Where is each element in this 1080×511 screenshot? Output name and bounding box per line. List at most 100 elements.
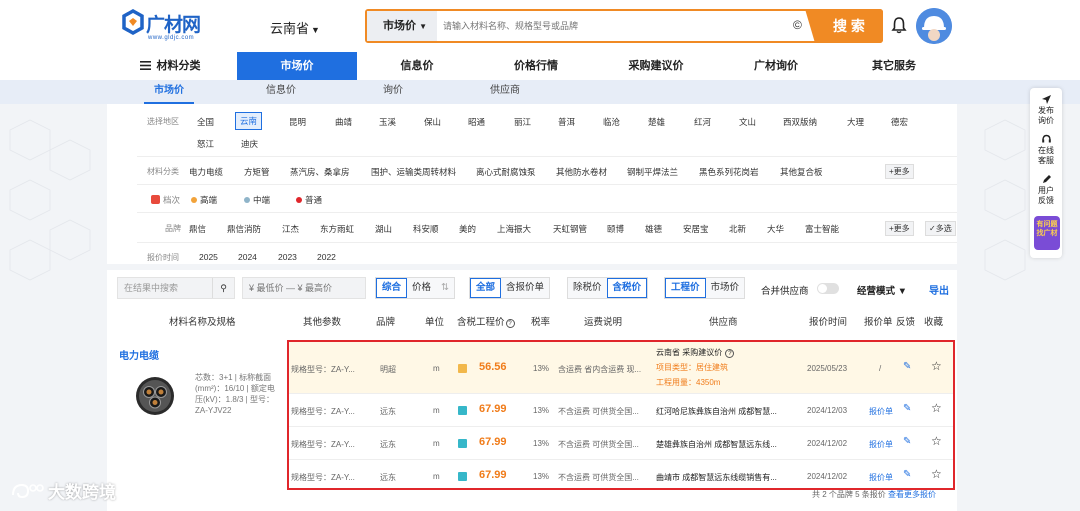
copyright-circle-icon[interactable]: © (793, 18, 802, 32)
region-option[interactable]: 红河 (694, 116, 711, 128)
nav-inquiry[interactable]: 广材询价 (736, 52, 816, 80)
region-option[interactable]: 文山 (739, 116, 756, 128)
brand-option[interactable]: 鼎信消防 (227, 223, 261, 235)
brand-option[interactable]: 安居宝 (683, 223, 709, 235)
region-option[interactable]: 昆明 (289, 116, 306, 128)
sort-arrows-icon[interactable]: ⇅ (436, 278, 454, 298)
feedback-pencil-icon[interactable]: ✎ (903, 469, 911, 480)
region-option[interactable]: 迪庆 (241, 138, 258, 150)
feedback-pencil-icon[interactable]: ✎ (903, 361, 911, 372)
category-more-button[interactable]: +更多 (885, 164, 914, 179)
merge-supplier-switch[interactable] (817, 283, 839, 294)
view-more-quotes-link[interactable]: 查看更多报价 (888, 490, 936, 499)
nav-market-price[interactable]: 市场价 (237, 52, 357, 80)
tab-info-price[interactable]: 信息价 (256, 80, 306, 104)
nav-price-trend[interactable]: 价格行情 (496, 52, 576, 80)
offer-quote-link[interactable]: 报价单 (869, 406, 893, 417)
region-option[interactable]: 大理 (847, 116, 864, 128)
brand-more-button[interactable]: +更多 (885, 221, 914, 236)
nav-material-category[interactable]: 材料分类 (120, 52, 220, 80)
brand-option[interactable]: 大华 (767, 223, 784, 235)
brand-option[interactable]: 雄德 (645, 223, 662, 235)
tab-inquiry[interactable]: 询价 (368, 80, 418, 104)
results-search-input[interactable]: 在结果中搜索 ⚲ (117, 277, 235, 299)
region-option[interactable]: 曲靖 (335, 116, 352, 128)
time-option[interactable]: 2023 (278, 252, 297, 262)
offer-supplier[interactable]: 红河哈尼族彝族自治州 成都智慧... (656, 406, 777, 417)
brand-option[interactable]: 鼎信 (189, 223, 206, 235)
sort-option-price[interactable]: 价格 (407, 278, 436, 298)
brand-option[interactable]: 江杰 (282, 223, 299, 235)
table-row[interactable]: 规格型号：ZA-Y... 远东 m 67.99 13% 不含运费 可供货全国..… (289, 394, 953, 427)
product-category-link[interactable]: 电力电缆 (119, 347, 159, 362)
table-row[interactable]: 规格型号：ZA-Y... 远东 m 67.99 13% 不含运费 可供货全国..… (289, 427, 953, 460)
offer-quote-link[interactable]: 报价单 (869, 472, 893, 483)
price-type-engineering[interactable]: 工程价 (665, 278, 706, 298)
category-option[interactable]: 蒸汽房、桑拿房 (290, 166, 350, 178)
nav-info-price[interactable]: 信息价 (377, 52, 457, 80)
tax-option-incl[interactable]: 含税价 (606, 278, 648, 298)
feedback-pencil-icon[interactable]: ✎ (903, 403, 911, 414)
time-option[interactable]: 2024 (238, 252, 257, 262)
region-option[interactable]: 怒江 (197, 138, 214, 150)
feedback-pencil-icon[interactable]: ✎ (903, 436, 911, 447)
category-option[interactable]: 围护、运输类周转材料 (371, 166, 456, 178)
favorite-star-icon[interactable]: ☆ (931, 401, 942, 415)
tier-option-high[interactable]: 高端 (191, 194, 217, 206)
brand-multi-select-button[interactable]: ✓多选 (925, 221, 956, 236)
favorite-star-icon[interactable]: ☆ (931, 434, 942, 448)
help-icon[interactable]: ? (725, 349, 735, 358)
help-mascot[interactable]: 有问题找广材 (1034, 216, 1060, 250)
price-type-market[interactable]: 市场价 (706, 278, 745, 298)
brand-option[interactable]: 东方雨虹 (320, 223, 354, 235)
tax-option-excl[interactable]: 除税价 (568, 278, 607, 298)
table-row[interactable]: 规格型号：ZA-Y... 明超 m 56.56 13% 含运费 省内含运费 现.… (289, 342, 953, 394)
region-option[interactable]: 丽江 (514, 116, 531, 128)
brand-option[interactable]: 富士智能 (805, 223, 839, 235)
offer-supplier[interactable]: 楚雄彝族自治州 成都智慧远东线... (656, 439, 777, 450)
user-avatar[interactable] (916, 8, 952, 44)
search-button[interactable]: 搜 索 (805, 9, 883, 43)
region-option[interactable]: 全国 (197, 116, 214, 128)
brand-option[interactable]: 北新 (729, 223, 746, 235)
brand-option[interactable]: 天虹钢管 (553, 223, 587, 235)
category-option[interactable]: 黑色系列花岗岩 (699, 166, 759, 178)
scope-option-all[interactable]: 全部 (470, 278, 502, 298)
region-option[interactable]: 德宏 (891, 116, 908, 128)
category-option[interactable]: 其他防水卷材 (556, 166, 607, 178)
tier-option-mid[interactable]: 中端 (244, 194, 270, 206)
offer-supplier[interactable]: 云南省 采购建议价 ? (656, 347, 735, 358)
offer-quote-link[interactable]: 报价单 (869, 439, 893, 450)
cable-image[interactable] (135, 376, 175, 416)
region-option[interactable]: 西双版纳 (783, 116, 817, 128)
category-option[interactable]: 钢制平焊法兰 (627, 166, 678, 178)
user-feedback-button[interactable]: 用户反馈 (1030, 174, 1062, 206)
time-option[interactable]: 2025 (199, 252, 218, 262)
search-type-dropdown[interactable]: 市场价 ▼ (367, 11, 437, 41)
publish-inquiry-button[interactable]: 发布询价 (1030, 94, 1062, 126)
region-selector[interactable]: 云南省 ▼ (270, 18, 320, 37)
category-option[interactable]: 其他复合板 (780, 166, 823, 178)
brand-option[interactable]: 湖山 (375, 223, 392, 235)
category-option[interactable]: 电力电缆 (189, 166, 223, 178)
region-option[interactable]: 保山 (424, 116, 441, 128)
region-option-selected[interactable]: 云南 (235, 112, 263, 130)
region-option[interactable]: 玉溪 (379, 116, 396, 128)
tab-market-price[interactable]: 市场价 (144, 80, 194, 104)
sort-option-comprehensive[interactable]: 综合 (376, 278, 408, 298)
region-option[interactable]: 楚雄 (648, 116, 665, 128)
brand-option[interactable]: 颐博 (607, 223, 624, 235)
brand-option[interactable]: 美的 (459, 223, 476, 235)
tab-supplier[interactable]: 供应商 (480, 80, 530, 104)
favorite-star-icon[interactable]: ☆ (931, 359, 942, 373)
category-option[interactable]: 方矩管 (244, 166, 270, 178)
price-range-input[interactable]: ¥ 最低价 — ¥ 最高价 (242, 277, 366, 299)
nav-purchase-advice[interactable]: 采购建议价 (614, 52, 698, 80)
search-input[interactable] (443, 16, 783, 36)
bell-icon[interactable] (890, 16, 908, 34)
region-option[interactable]: 昭通 (468, 116, 485, 128)
category-option[interactable]: 离心式耐腐蚀泵 (476, 166, 536, 178)
site-logo[interactable]: 广材网 www.gldjc.com (120, 9, 220, 45)
online-service-button[interactable]: 在线客服 (1030, 134, 1062, 166)
brand-option[interactable]: 科安顺 (413, 223, 439, 235)
